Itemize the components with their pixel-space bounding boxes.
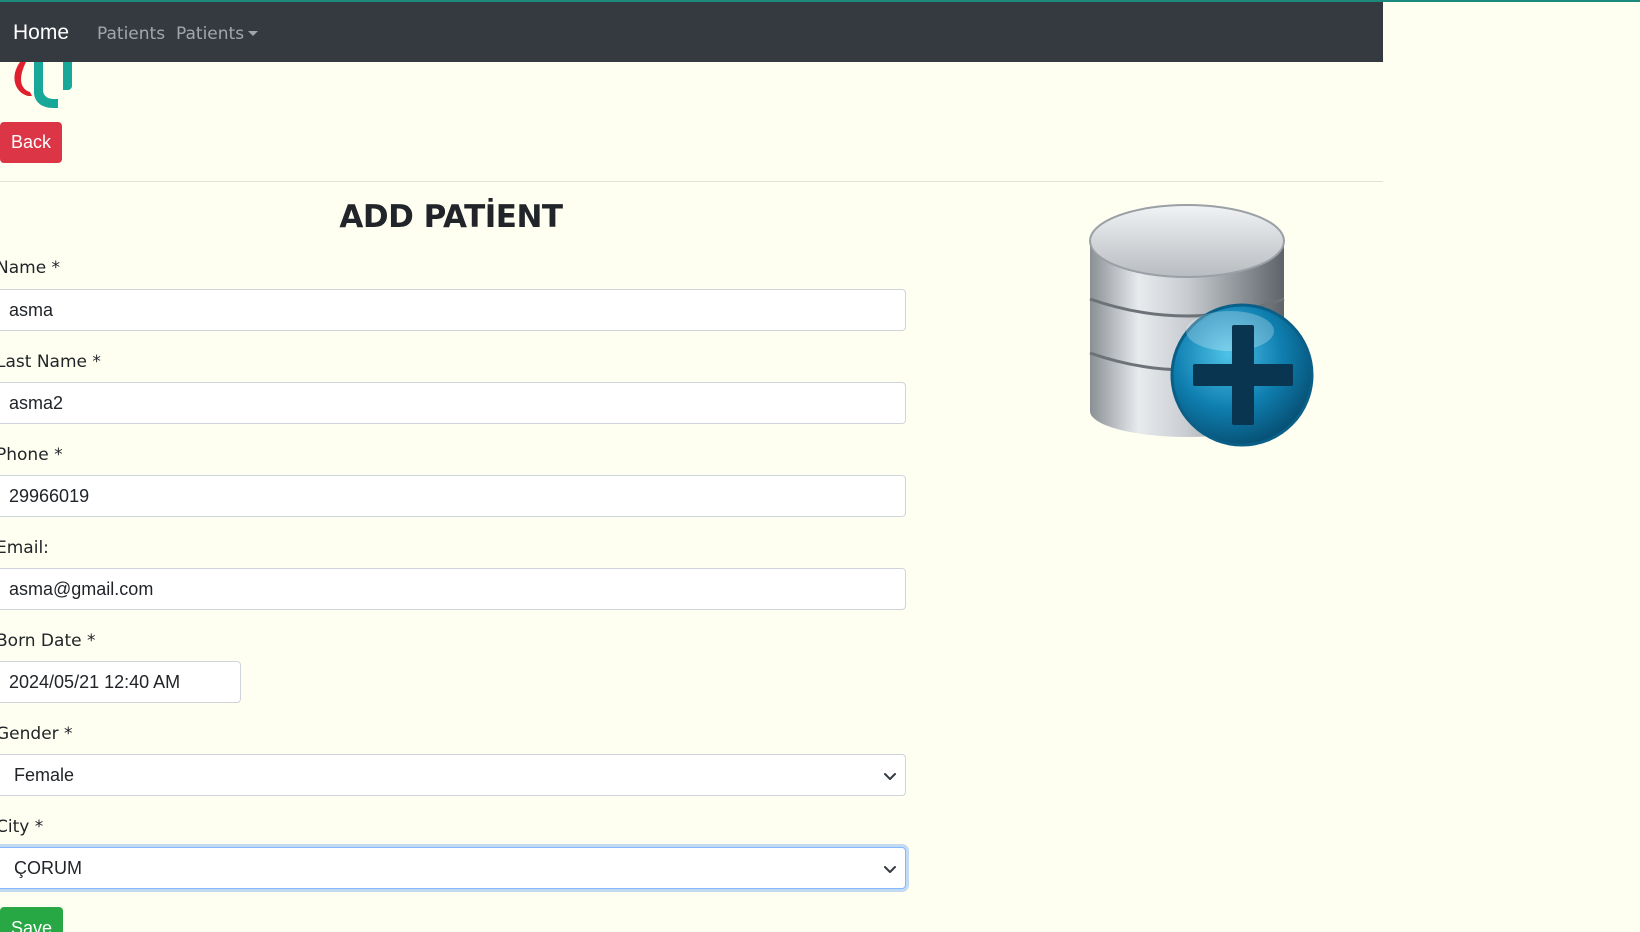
nav-patients-dropdown-label: Patients: [176, 24, 245, 44]
nav-home-link[interactable]: Home: [13, 21, 69, 45]
phone-label: Phone *: [0, 445, 63, 465]
save-button[interactable]: Save: [0, 907, 63, 932]
back-button[interactable]: Back: [0, 122, 62, 163]
name-input[interactable]: [0, 289, 906, 331]
last-name-label: Last Name *: [0, 352, 101, 372]
nav-patients-link[interactable]: Patients: [97, 24, 165, 44]
name-label: Name *: [0, 258, 61, 278]
caret-down-icon: [248, 31, 259, 36]
city-label: City *: [0, 817, 44, 837]
gender-label: Gender *: [0, 724, 73, 744]
last-name-input[interactable]: [0, 382, 906, 424]
born-date-input[interactable]: [0, 661, 241, 703]
page-title: ADD PATİENT: [339, 199, 563, 235]
divider: [0, 181, 1383, 182]
clinic-logo: [14, 62, 72, 108]
nav-patients-dropdown[interactable]: Patients: [176, 24, 259, 44]
chevron-down-icon: [884, 773, 896, 780]
gender-select[interactable]: Female: [0, 754, 906, 796]
chevron-down-icon: [884, 866, 896, 873]
city-select-value: ÇORUM: [14, 858, 82, 878]
gender-select-value: Female: [14, 765, 75, 785]
email-input[interactable]: [0, 568, 906, 610]
city-select[interactable]: ÇORUM: [0, 847, 906, 889]
database-add-icon: [1089, 204, 1314, 447]
phone-input[interactable]: [0, 475, 906, 517]
navbar: Home Patients Patients: [0, 2, 1383, 62]
email-label: Email:: [0, 538, 49, 558]
born-date-label: Born Date *: [0, 631, 96, 651]
